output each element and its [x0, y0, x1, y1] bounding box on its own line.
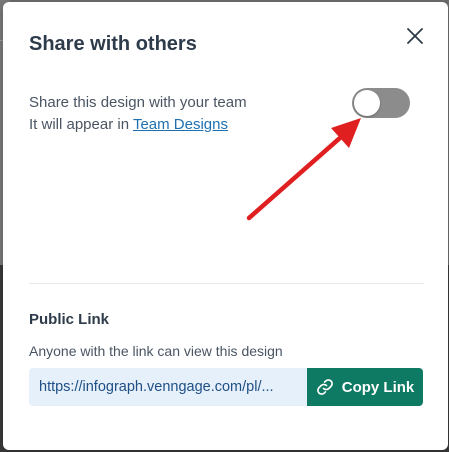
red-arrow-icon: [246, 118, 361, 221]
team-share-line1: Share this design with your team: [29, 94, 247, 111]
public-link-title: Public Link: [29, 311, 110, 328]
copy-link-label: Copy Link: [341, 378, 415, 396]
team-share-line2: It will appear in Team Designs: [29, 114, 247, 136]
link-icon: [316, 379, 333, 395]
share-dialog: Share with others Share this design with…: [3, 2, 448, 450]
team-share-text: Share this design with your team It will…: [29, 92, 247, 136]
dialog-title: Share with others: [29, 33, 197, 55]
public-link-description: Anyone with the link can view this desig…: [29, 343, 283, 359]
close-button[interactable]: [403, 24, 427, 48]
team-share-prefix: It will appear in: [29, 116, 133, 133]
close-icon: [407, 28, 423, 44]
public-link-field[interactable]: https://infograph.venngage.com/pl/...: [29, 368, 307, 406]
team-designs-link[interactable]: Team Designs: [133, 116, 228, 133]
section-divider: [29, 283, 424, 284]
copy-link-button[interactable]: Copy Link: [307, 368, 423, 406]
